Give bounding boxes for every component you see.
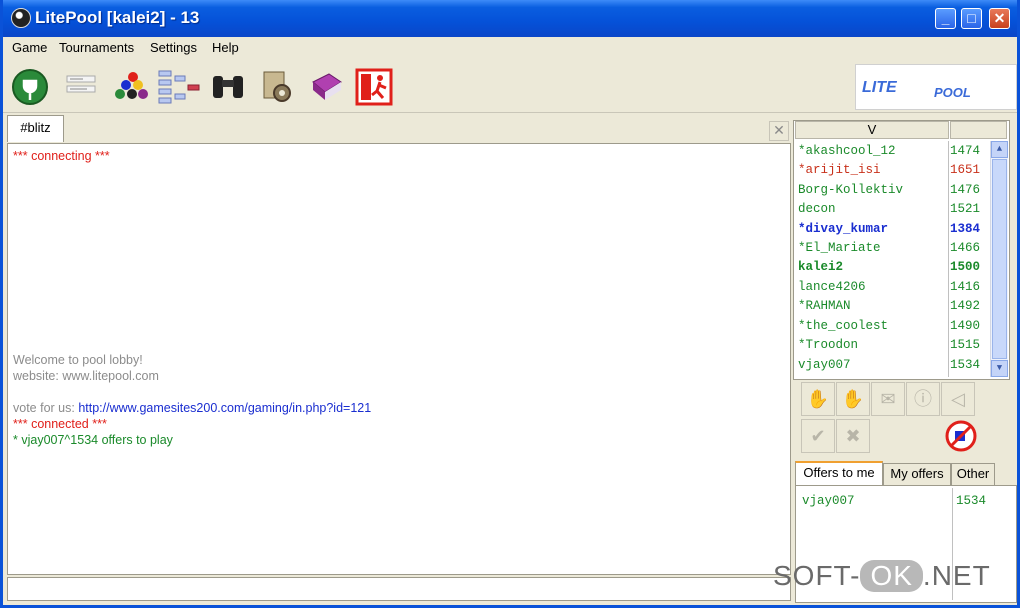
chat-line: website: www.litepool.com	[13, 369, 159, 383]
player-name-column-header[interactable]: V	[795, 121, 949, 139]
litepool-logo: LITE POOL	[855, 64, 1017, 110]
join-game-button[interactable]: ✋	[836, 382, 870, 416]
game-action-buttons: ✋ ✋ ✉ ⓘ ◁ ✔ ✖	[801, 382, 986, 458]
player-rating: 1534	[950, 358, 981, 372]
watermark-left: SOFT-	[773, 560, 861, 591]
player-row[interactable]: *El_Mariate 1466	[794, 240, 989, 259]
no-sound-icon[interactable]	[944, 419, 978, 453]
player-name: *divay_kumar	[798, 222, 889, 236]
tab-blitz[interactable]: #blitz	[7, 115, 64, 142]
list-icon[interactable]	[63, 68, 101, 106]
menu-settings[interactable]: Settings	[150, 40, 197, 55]
exit-icon[interactable]	[355, 68, 393, 106]
player-rating: 1651	[950, 163, 981, 177]
player-list-scrollbar[interactable]: ▲ ▼	[990, 141, 1008, 377]
minimize-button[interactable]: _	[935, 8, 956, 29]
player-row[interactable]: *akashcool_12 1474	[794, 143, 989, 162]
back-button[interactable]: ◁	[941, 382, 975, 416]
player-list[interactable]: V *akashcool_12 1474 *arijit_isi 1651 Borg…	[793, 120, 1010, 380]
player-name: lance4206	[798, 280, 866, 294]
title-bar[interactable]: LitePool [kalei2] - 13 _ □ ✕	[3, 0, 1017, 37]
player-rating: 1515	[950, 338, 981, 352]
player-row[interactable]: *Troodon 1515	[794, 337, 989, 356]
player-row[interactable]: *the_coolest 1490	[794, 318, 989, 337]
player-rating: 1476	[950, 183, 981, 197]
player-row[interactable]: lance4206 1416	[794, 279, 989, 298]
rating-column-header[interactable]	[950, 121, 1007, 139]
offer-game-button[interactable]: ✋	[801, 382, 835, 416]
player-row[interactable]: kalei2 1500	[794, 259, 989, 278]
player-rating: 1466	[950, 241, 981, 255]
chat-line: Welcome to pool lobby!	[13, 353, 143, 367]
watermark-right: .NET	[922, 560, 991, 591]
chat-line: * vjay007^1534 offers to play	[13, 433, 173, 447]
chat-log[interactable]: *** connecting *** Welcome to pool lobby…	[7, 143, 791, 575]
menu-bar: Game Tournaments Settings Help	[3, 37, 1017, 59]
watermark-ok: OK	[860, 560, 923, 592]
chat-line: *** connected ***	[13, 417, 107, 431]
tournament-tree-icon[interactable]	[157, 68, 201, 106]
player-rating: 1474	[950, 144, 981, 158]
close-button[interactable]: ✕	[989, 8, 1010, 29]
player-row[interactable]: Borg-Kollektiv 1476	[794, 182, 989, 201]
player-row[interactable]: vjay007 1534	[794, 357, 989, 376]
player-name: Borg-Kollektiv	[798, 183, 904, 197]
vote-link[interactable]: http://www.gamesites200.com/gaming/in.ph…	[78, 401, 371, 415]
player-name: *Troodon	[798, 338, 859, 352]
binoculars-icon[interactable]	[209, 68, 247, 106]
player-name: *El_Mariate	[798, 241, 881, 255]
player-name: kalei2	[798, 260, 844, 274]
player-row[interactable]: decon 1521	[794, 201, 989, 220]
book-icon[interactable]	[307, 68, 345, 106]
billiard-balls-icon[interactable]	[111, 68, 149, 106]
scroll-down-icon[interactable]: ▼	[991, 360, 1008, 377]
player-name: vjay007	[798, 358, 851, 372]
app-window: LitePool [kalei2] - 13 _ □ ✕ Game Tourna…	[0, 0, 1020, 608]
player-rating: 1492	[950, 299, 981, 313]
maximize-button[interactable]: □	[961, 8, 982, 29]
player-name: *RAHMAN	[798, 299, 851, 313]
info-button[interactable]: ⓘ	[906, 382, 940, 416]
player-name: *arijit_isi	[798, 163, 881, 177]
scroll-up-icon[interactable]: ▲	[991, 141, 1008, 158]
player-rating: 1490	[950, 319, 981, 333]
player-rating: 1416	[950, 280, 981, 294]
app-icon	[11, 8, 31, 28]
scroll-thumb[interactable]	[992, 159, 1007, 359]
settings-gear-icon[interactable]	[258, 68, 296, 106]
tab-my-offers[interactable]: My offers	[883, 463, 951, 485]
offer-player-name[interactable]: vjay007	[802, 494, 855, 508]
offers-tabs: Offers to me My offers Other	[795, 461, 1015, 487]
tab-offers-to-me[interactable]: Offers to me	[795, 461, 883, 487]
close-tab-icon[interactable]: ✕	[769, 121, 789, 141]
chat-line: vote for us: http://www.gamesites200.com…	[13, 401, 371, 415]
message-button[interactable]: ✉	[871, 382, 905, 416]
player-row[interactable]: *RAHMAN 1492	[794, 298, 989, 317]
accept-button[interactable]: ✔	[801, 419, 835, 453]
chat-line: *** connecting ***	[13, 149, 110, 163]
player-rating: 1500	[950, 260, 981, 274]
logo-text-pool: POOL	[934, 85, 971, 100]
player-rating: 1521	[950, 202, 981, 216]
player-name: *akashcool_12	[798, 144, 896, 158]
chat-input[interactable]	[7, 577, 791, 601]
window-title: LitePool [kalei2] - 13	[35, 8, 200, 27]
menu-tournaments[interactable]: Tournaments	[59, 40, 134, 55]
menu-help[interactable]: Help	[212, 40, 239, 55]
player-name: decon	[798, 202, 836, 216]
player-rating: 1384	[950, 222, 981, 236]
watermark: SOFT- OK .NET	[773, 560, 991, 592]
menu-game[interactable]: Game	[12, 40, 47, 55]
logo-text: LITE	[862, 79, 897, 96]
power-plug-icon[interactable]	[11, 68, 49, 106]
player-row[interactable]: *divay_kumar 1384	[794, 221, 989, 240]
player-name: *the_coolest	[798, 319, 889, 333]
vote-label: vote for us:	[13, 401, 79, 415]
player-row[interactable]: *arijit_isi 1651	[794, 162, 989, 181]
decline-button[interactable]: ✖	[836, 419, 870, 453]
tab-other[interactable]: Other	[951, 463, 995, 485]
chat-tabs: #blitz ✕	[7, 115, 789, 143]
offer-player-rating: 1534	[956, 494, 987, 508]
